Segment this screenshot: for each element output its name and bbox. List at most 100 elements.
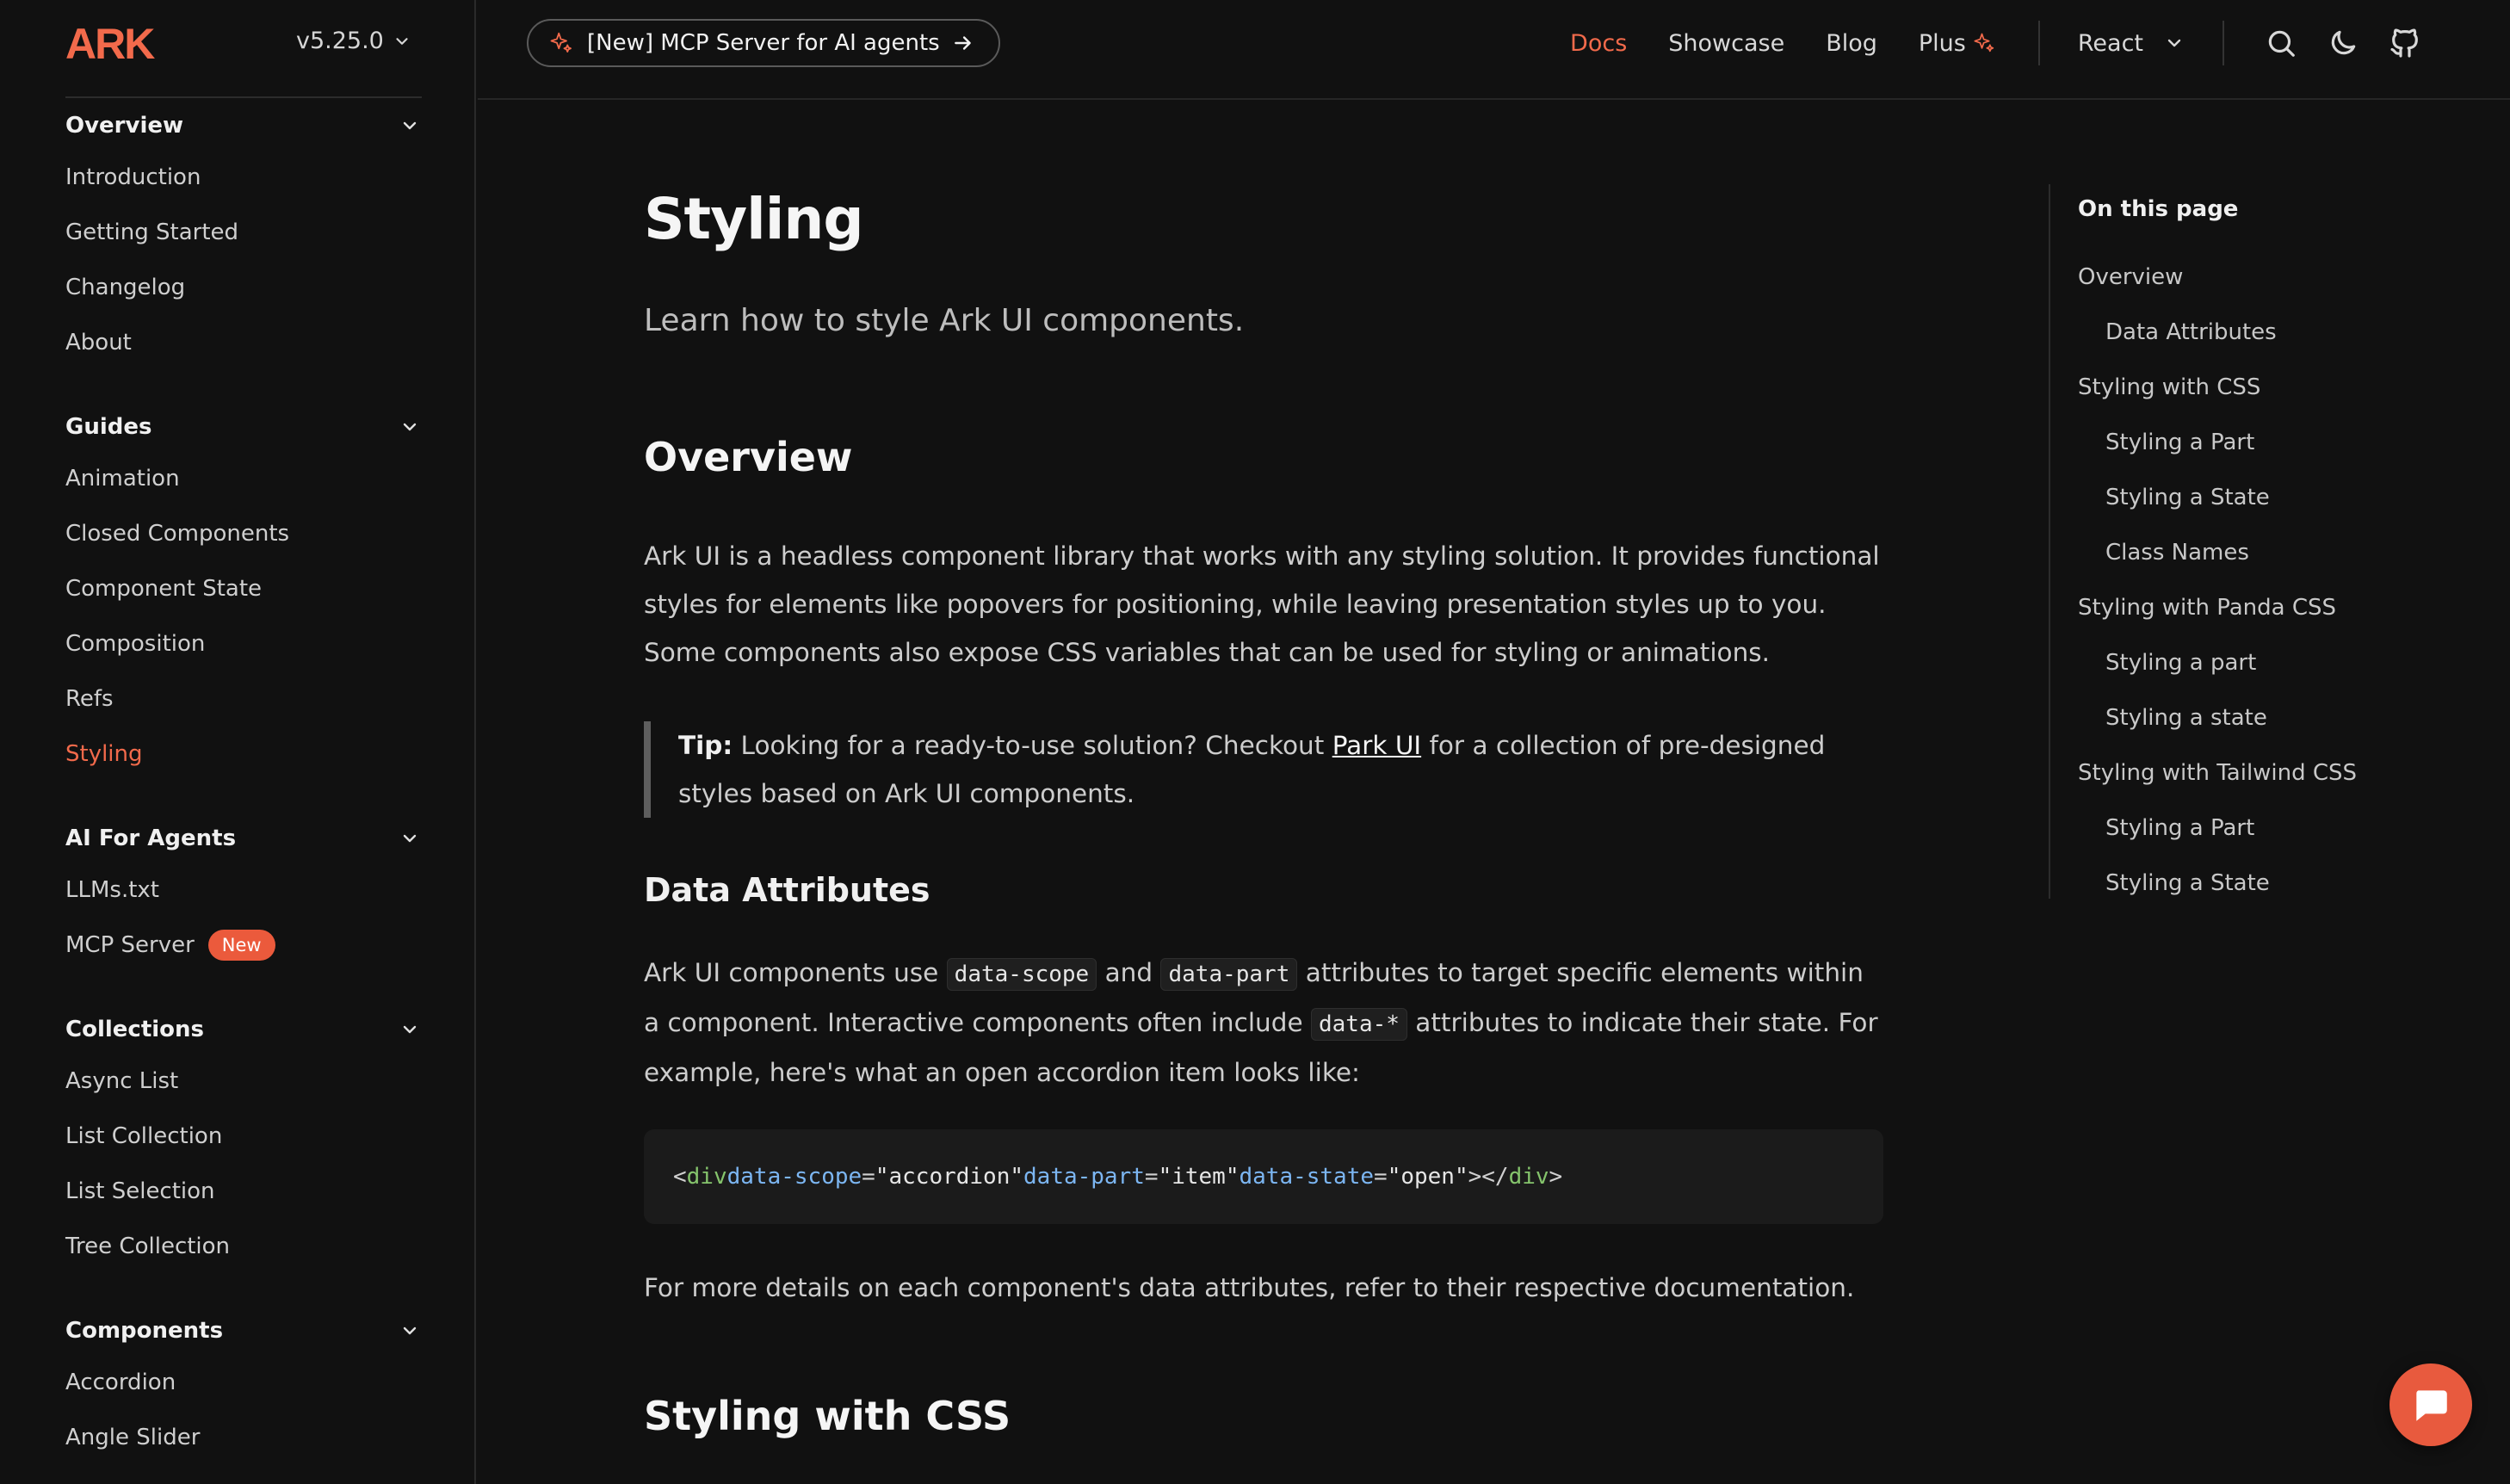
ark-logo[interactable]: ARK — [65, 24, 193, 64]
data-attributes-paragraph: Ark UI components use data-scope and dat… — [644, 949, 1883, 1097]
nav-group-collections: Collections Async List List Collection L… — [65, 1005, 427, 1274]
sidebar-item-mcp-server[interactable]: MCP Server New — [65, 918, 427, 973]
text: and — [1097, 958, 1161, 987]
nav-group-header-ai[interactable]: AI For Agents — [65, 814, 427, 863]
nav-docs[interactable]: Docs — [1570, 30, 1627, 57]
sidebar-item-changelog[interactable]: Changelog — [65, 260, 427, 315]
search-icon — [2268, 30, 2295, 57]
toc-title: On this page — [2078, 196, 2239, 222]
nav-group-title: Components — [65, 1318, 224, 1344]
toc-item[interactable]: Styling with CSS — [2078, 360, 2357, 415]
sidebar-item-tree-collection[interactable]: Tree Collection — [65, 1219, 427, 1274]
nav-group-header-overview[interactable]: Overview — [65, 102, 427, 150]
inline-code: data-part — [1160, 958, 1298, 991]
nav-plus-label: Plus — [1918, 29, 1966, 57]
sidebar-item-async-list[interactable]: Async List — [65, 1054, 427, 1109]
sidebar-item-llms-txt[interactable]: LLMs.txt — [65, 863, 427, 918]
code-token: div — [686, 1164, 727, 1190]
sidebar-item-about[interactable]: About — [65, 315, 427, 370]
toc-item[interactable]: Styling with Panda CSS — [2078, 580, 2357, 635]
code-token: "open" — [1387, 1164, 1468, 1190]
code-token: "item" — [1158, 1164, 1240, 1190]
code-block: < div data-scope = "accordion" data-part = "i… — [644, 1129, 1883, 1224]
nav-group-title: AI For Agents — [65, 825, 237, 851]
sparkle-icon — [550, 32, 572, 53]
sidebar-item-closed-components[interactable]: Closed Components — [65, 506, 427, 561]
toc-item[interactable]: Styling a Part — [2078, 415, 2357, 470]
theme-toggle[interactable] — [2324, 24, 2362, 62]
chevron-down-icon — [403, 1326, 417, 1335]
nav-group-guides: Guides Animation Closed Components Compo… — [65, 403, 427, 782]
toc-list: Overview Data Attributes Styling with CS… — [2078, 250, 2357, 911]
toc-item[interactable]: Class Names — [2078, 525, 2357, 580]
chat-launcher-button[interactable] — [2389, 1363, 2472, 1446]
nav-group-title: Overview — [65, 113, 184, 139]
toc-item[interactable]: Styling with Tailwind CSS — [2078, 745, 2357, 801]
new-badge: New — [207, 930, 275, 961]
sidebar-item-component-state[interactable]: Component State — [65, 561, 427, 616]
search-button[interactable] — [2262, 24, 2300, 62]
chevron-down-icon — [403, 121, 417, 130]
toc-item[interactable]: Styling a State — [2078, 470, 2357, 525]
framework-label: React — [2077, 29, 2143, 57]
overview-heading: Overview — [644, 434, 853, 480]
toc-item[interactable]: Data Attributes — [2078, 305, 2357, 360]
sidebar-item-animation[interactable]: Animation — [65, 451, 427, 506]
table-of-contents: On this page Overview Data Attributes St… — [2049, 184, 2393, 899]
top-header: [New] MCP Server for AI agents Docs Show… — [478, 0, 2510, 100]
inline-code: data-scope — [946, 958, 1097, 991]
toc-item[interactable]: Overview — [2078, 250, 2357, 305]
sidebar-nav: Overview Introduction Getting Started Ch… — [65, 102, 427, 1484]
sidebar-divider — [65, 96, 422, 98]
sidebar-item-introduction[interactable]: Introduction — [65, 150, 427, 205]
github-link[interactable] — [2386, 24, 2424, 62]
toc-item[interactable]: Styling a Part — [2078, 801, 2357, 856]
sidebar: ARK v5.25.0 Overview Introduction Gettin… — [0, 0, 476, 1484]
nav-group-header-collections[interactable]: Collections — [65, 1005, 427, 1054]
promo-label: [New] MCP Server for AI agents — [587, 30, 940, 56]
code-token: = — [862, 1164, 875, 1190]
nav-divider — [2037, 21, 2040, 65]
sidebar-item-getting-started[interactable]: Getting Started — [65, 205, 427, 260]
nav-group-header-components[interactable]: Components — [65, 1307, 427, 1355]
code-token: < — [673, 1164, 687, 1190]
sidebar-item-accordion[interactable]: Accordion — [65, 1355, 427, 1410]
moon-icon — [2331, 30, 2356, 55]
code-token: "accordion" — [875, 1164, 1024, 1190]
chevron-down-icon — [403, 834, 417, 843]
sidebar-item-composition[interactable]: Composition — [65, 616, 427, 671]
nav-plus[interactable]: Plus — [1919, 30, 1997, 57]
sidebar-item-styling[interactable]: Styling — [65, 727, 427, 782]
chat-bubble-icon — [2416, 1390, 2447, 1421]
mcp-promo-button[interactable]: [New] MCP Server for AI agents — [527, 19, 1000, 67]
sidebar-item-label: MCP Server — [65, 932, 195, 958]
chevron-down-icon — [2167, 39, 2181, 47]
nav-blog[interactable]: Blog — [1826, 30, 1877, 57]
page-title: Styling — [644, 186, 864, 252]
text: Ark UI components use — [644, 958, 947, 987]
version-select[interactable]: v5.25.0 — [296, 28, 411, 54]
toc-item[interactable]: Styling a state — [2078, 690, 2357, 745]
code-token: data-state — [1239, 1164, 1375, 1190]
park-ui-link[interactable]: Park UI — [1332, 731, 1421, 760]
nav-showcase[interactable]: Showcase — [1668, 30, 1784, 57]
framework-select[interactable]: React — [2078, 30, 2185, 57]
details-paragraph: For more details on each component's dat… — [644, 1273, 1855, 1302]
sidebar-item-list-collection[interactable]: List Collection — [65, 1109, 427, 1164]
toc-item[interactable]: Styling a part — [2078, 635, 2357, 690]
sidebar-item-refs[interactable]: Refs — [65, 671, 427, 727]
nav-group-overview: Overview Introduction Getting Started Ch… — [65, 102, 427, 370]
github-icon — [2390, 28, 2418, 58]
data-attributes-heading: Data Attributes — [644, 871, 930, 909]
sidebar-item-angle-slider[interactable]: Angle Slider — [65, 1410, 427, 1465]
nav-group-components: Components Accordion Angle Slider — [65, 1307, 427, 1465]
toc-item[interactable]: Styling a State — [2078, 856, 2357, 911]
nav-group-header-guides[interactable]: Guides — [65, 403, 427, 451]
chevron-down-icon — [403, 1025, 417, 1034]
nav-group-ai: AI For Agents LLMs.txt MCP Server New — [65, 814, 427, 973]
styling-css-heading: Styling with CSS — [644, 1393, 1011, 1439]
sidebar-item-list-selection[interactable]: List Selection — [65, 1164, 427, 1219]
nav-group-title: Collections — [65, 1017, 205, 1042]
chevron-down-icon — [403, 423, 417, 431]
nav-divider — [2223, 21, 2224, 65]
